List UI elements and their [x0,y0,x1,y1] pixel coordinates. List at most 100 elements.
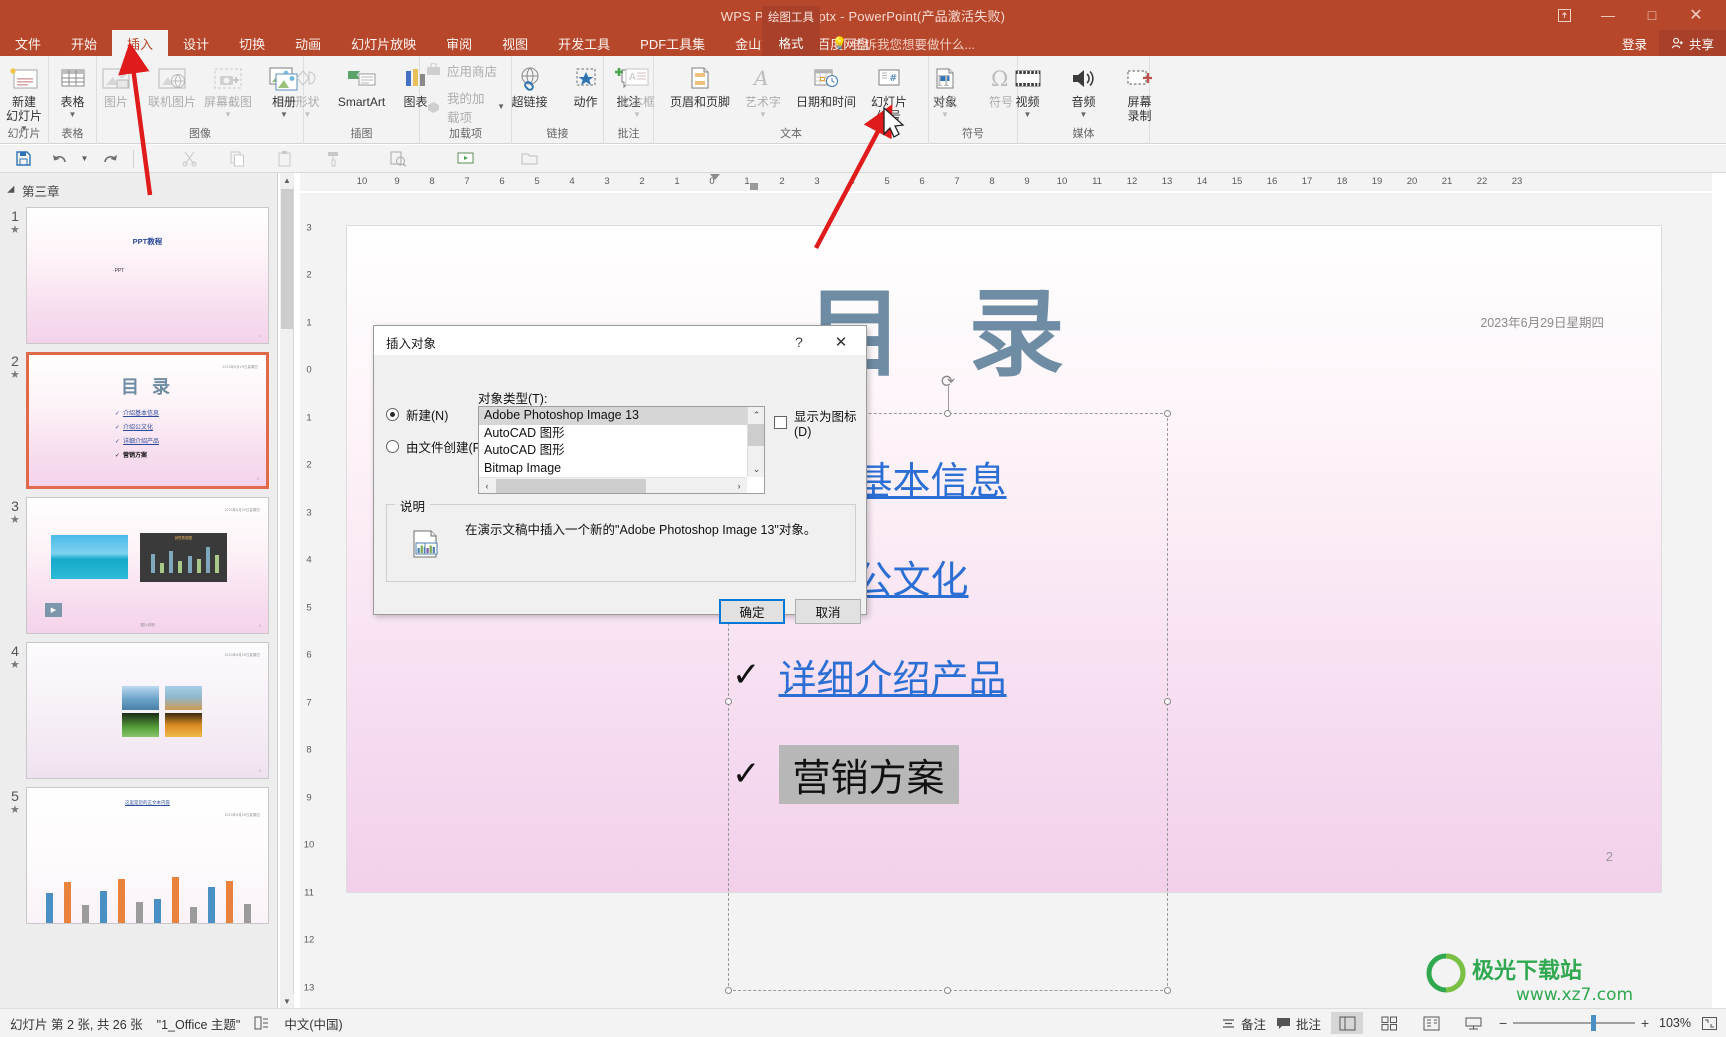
zoom-track[interactable] [1513,1015,1635,1031]
resize-handle-e[interactable] [1164,698,1171,705]
tab-pdf-tools[interactable]: PDF工具集 [625,30,720,56]
online-pictures-button[interactable]: 联机图片 [144,60,200,110]
chevron-down-icon[interactable]: ▼ [304,110,312,119]
slide-sorter-icon[interactable] [1373,1012,1405,1034]
format-painter-icon[interactable] [316,147,350,171]
list-item[interactable]: AutoCAD 图形 [479,425,747,443]
slide-thumbnail-3[interactable]: 2023年6月29日星期四 销售数据图 ▶ 图片说明 3 [25,497,269,634]
fit-to-window-icon[interactable] [1701,1016,1718,1031]
resize-handle-w[interactable] [725,698,732,705]
slide-thumbnail-5[interactable]: 这里是您的正文本内容 2023年6月29日星期四 [25,787,269,924]
my-addins-button[interactable]: 我的加载项 ▼ [426,88,505,126]
scrollbar-thumb[interactable] [496,479,646,493]
audio-button[interactable]: 音频 ▼ [1056,60,1112,119]
new-slide-button[interactable]: 新建 幻灯片 ▼ [1,60,47,133]
sign-in-button[interactable]: 登录 [1610,34,1659,53]
scrollbar-thumb[interactable] [748,424,764,446]
tab-developer[interactable]: 开发工具 [543,30,625,56]
help-icon[interactable]: ? [784,331,814,353]
chevron-down-icon[interactable]: ▼ [759,110,767,119]
section-header[interactable]: 第三章 [0,173,277,204]
list-item[interactable]: AutoCAD 图形 [479,442,747,460]
maximize-button[interactable]: □ [1630,0,1674,30]
ribbon-display-options-icon[interactable] [1542,0,1586,30]
picture-button[interactable]: 图片 [88,60,144,110]
ok-button[interactable]: 确定 [719,599,785,624]
smartart-button[interactable]: SmartArt [331,60,393,110]
chevron-down-icon[interactable]: ▼ [69,110,77,119]
reading-view-icon[interactable] [1415,1012,1447,1034]
video-button[interactable]: 视频 ▼ [1000,60,1056,119]
listbox-horizontal-scrollbar[interactable]: ‹ › [479,477,747,493]
slide-thumbnail-2[interactable]: 2023年6月29日星期四 目 录 ✓ 介绍基本信息 ✓ 介绍公文化 ✓ 详细介绍产品… [25,352,269,489]
tell-me-box[interactable]: 💡 告诉我您想要做什么... [832,30,975,56]
open-icon[interactable] [512,147,546,171]
table-row[interactable]: 5 ★ 这里是您的正文本内容 2023年6月29日星期四 [0,784,277,929]
slide-number-button[interactable]: # 幻灯片 编号 [861,60,917,124]
screen-record-button[interactable]: 屏幕 录制 [1112,60,1168,124]
scroll-down-icon[interactable]: ▼ [280,994,294,1008]
share-button[interactable]: 共享 [1658,30,1726,56]
cut-icon[interactable] [172,147,206,171]
print-preview-icon[interactable] [380,147,414,171]
chevron-down-icon[interactable]: ▼ [941,110,949,119]
copy-icon[interactable] [220,147,254,171]
table-row[interactable]: 4 ★ 2023年6月29日星期四 4 [0,639,277,784]
slideshow-icon[interactable] [448,147,482,171]
dialog-close-icon[interactable]: ✕ [824,331,858,353]
table-row[interactable]: 2 ★ 2023年6月29日星期四 目 录 ✓ 介绍基本信息 ✓ 介绍公文化 ✓ 详细… [0,349,277,494]
header-footer-button[interactable]: 页眉和页脚 [665,60,735,110]
table-row[interactable]: 1 ★ PPT教程 ·PPT 1 [0,204,277,349]
insert-object-dialog[interactable]: 插入对象 ? ✕ 新建(N) 由文件创建(F) 对象类型(T): Adobe P… [373,325,867,624]
tab-review[interactable]: 审阅 [431,30,487,56]
table-row[interactable]: 3 ★ 2023年6月29日星期四 销售数据图 ▶ 图片说明 3 [0,494,277,639]
textbox-button[interactable]: A 文本框 ▼ [609,60,665,119]
wordart-button[interactable]: A 艺术字 ▼ [735,60,791,119]
minimize-button[interactable]: — [1586,0,1630,30]
tab-home[interactable]: 开始 [56,30,112,56]
rotate-handle-icon[interactable]: ⟳ [941,372,955,392]
radio-button-icon[interactable] [386,440,399,453]
undo-icon[interactable] [42,147,76,171]
chevron-down-icon[interactable]: ▼ [1024,110,1032,119]
indent-marker-icon[interactable] [710,174,720,180]
slideshow-view-icon[interactable] [1457,1012,1489,1034]
collapse-triangle-icon[interactable] [7,185,18,196]
close-button[interactable]: ✕ [1674,0,1718,30]
tab-slideshow[interactable]: 幻灯片放映 [336,30,431,56]
object-type-listbox[interactable]: Adobe Photoshop Image 13 AutoCAD 图形 Auto… [478,406,765,494]
normal-view-icon[interactable] [1331,1012,1364,1034]
cancel-button[interactable]: 取消 [795,599,861,624]
slide-thumbnail-4[interactable]: 2023年6月29日星期四 4 [25,642,269,779]
chevron-down-icon[interactable]: ▼ [633,110,641,119]
notes-button[interactable]: 备注 [1221,1014,1266,1033]
undo-dropdown-icon[interactable]: ▼ [78,147,91,171]
listbox-vertical-scrollbar[interactable]: ⌃ ⌄ [747,407,764,477]
list-item[interactable]: Adobe Photoshop Image 13 [479,407,747,425]
chevron-down-icon[interactable]: ▼ [1080,110,1088,119]
radio-create-from-file[interactable]: 由文件创建(F) [386,437,484,456]
thumbnail-pane-scrollbar[interactable]: ▲ ▼ [280,173,294,1008]
date-time-button[interactable]: 日期和时间 [791,60,861,110]
slide-thumbnail-pane[interactable]: 第三章 1 ★ PPT教程 ·PPT 1 2 ★ 2023年6月29日星期四 目… [0,173,278,1008]
zoom-level[interactable]: 103% [1659,1016,1691,1030]
resize-handle-sw[interactable] [725,987,732,994]
tab-insert[interactable]: 插入 [112,30,169,56]
tab-transitions[interactable]: 切换 [224,30,280,56]
tab-design[interactable]: 设计 [168,30,224,56]
scrollbar-thumb[interactable] [281,189,293,329]
display-as-icon-checkbox[interactable]: 显示为图标(D) [774,406,866,439]
list-item[interactable]: Bitmap Image [479,460,747,478]
resize-handle-s[interactable] [944,987,951,994]
accessibility-icon[interactable] [254,1016,270,1030]
zoom-slider[interactable]: − + [1499,1015,1649,1031]
scroll-down-icon[interactable]: ⌄ [748,461,764,477]
zoom-thumb[interactable] [1591,1015,1597,1031]
language-indicator[interactable]: 中文(中国) [284,1014,342,1033]
tab-format[interactable]: 格式 [778,33,803,52]
resize-handle-n[interactable] [944,410,951,417]
zoom-in-button[interactable]: + [1641,1015,1649,1031]
comments-button[interactable]: 批注 [1276,1014,1321,1033]
equation-button[interactable]: π 公式 ▼ [917,60,973,119]
save-icon[interactable] [6,147,40,171]
